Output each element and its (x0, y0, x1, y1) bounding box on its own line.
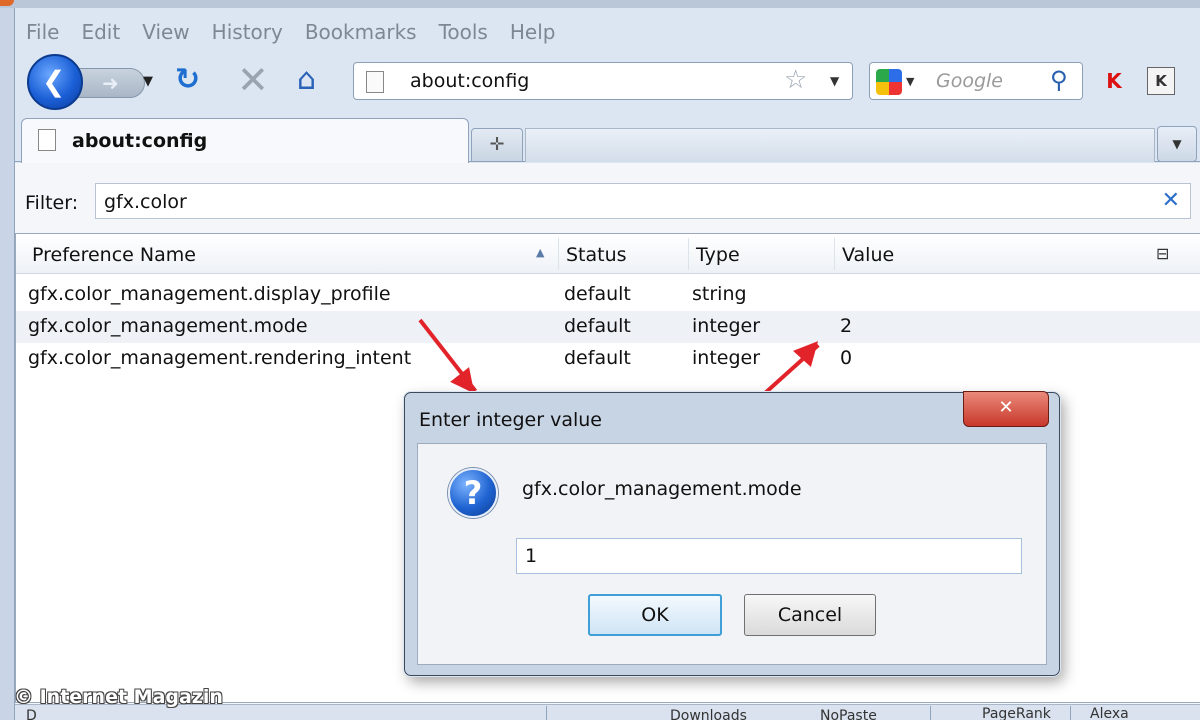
navigation-toolbar: ➜ ❮ ▼ ↻ ✕ ⌂ about:config ☆ ▼ ▼ Google ⚲ … (15, 50, 1200, 112)
pref-value: 0 (840, 347, 853, 369)
ok-button[interactable]: OK (588, 594, 722, 636)
column-status[interactable]: Status (566, 244, 627, 266)
forward-button[interactable]: ➜ (73, 68, 145, 98)
pref-status: default (564, 347, 631, 369)
sort-ascending-icon: ▲ (536, 246, 545, 259)
menu-file[interactable]: File (15, 16, 70, 46)
page-icon (38, 129, 56, 151)
dialog-message: gfx.color_management.mode (522, 478, 802, 500)
pref-type: string (692, 283, 747, 305)
cancel-button[interactable]: Cancel (744, 594, 876, 636)
search-icon[interactable]: ⚲ (1050, 66, 1068, 94)
filter-label: Filter: (25, 192, 79, 214)
star-icon[interactable]: ☆ (784, 65, 807, 95)
status-alexa[interactable]: Alexa (1090, 706, 1150, 720)
app-orange-corner (0, 0, 14, 6)
back-button[interactable]: ❮ (27, 54, 83, 110)
status-pagerank[interactable]: PageRank (982, 706, 1062, 720)
column-divider[interactable] (558, 238, 559, 270)
menu-view[interactable]: View (131, 16, 200, 46)
status-divider (930, 706, 931, 720)
dialog-body: ? gfx.color_management.mode 1 OK Cancel (417, 443, 1047, 665)
table-row[interactable]: gfx.color_management.mode default intege… (16, 311, 1200, 343)
window-top-accent (0, 0, 1200, 8)
url-bar[interactable]: about:config ☆ ▼ (353, 62, 853, 100)
column-picker-icon[interactable]: ⊟ (1156, 244, 1169, 263)
menu-edit[interactable]: Edit (70, 16, 131, 46)
pref-name: gfx.color_management.rendering_intent (28, 347, 412, 369)
question-icon: ? (448, 468, 498, 518)
home-icon[interactable]: ⌂ (297, 62, 316, 97)
table-row[interactable]: gfx.color_management.rendering_intent de… (16, 343, 1200, 375)
menu-tools[interactable]: Tools (428, 16, 499, 46)
table-header: Preference Name ▲ Status Type Value ⊟ (16, 234, 1200, 274)
column-divider[interactable] (834, 238, 835, 270)
close-icon[interactable]: ✕ (963, 391, 1049, 427)
status-divider (546, 706, 547, 720)
forward-icon: ➜ (102, 71, 119, 95)
search-engine-dropdown-icon[interactable]: ▼ (906, 75, 914, 88)
integer-value-dialog: Enter integer value ✕ ? gfx.color_manage… (404, 391, 1060, 676)
menu-bar: File Edit View History Bookmarks Tools H… (15, 16, 566, 46)
menu-help[interactable]: Help (499, 16, 567, 46)
history-dropdown-icon[interactable]: ▼ (143, 74, 153, 89)
pref-status: default (564, 283, 631, 305)
integer-input[interactable]: 1 (516, 538, 1022, 574)
pref-type: integer (692, 315, 761, 337)
tab-bar: about:config ✛ ▼ (15, 114, 1200, 163)
pref-value: 2 (840, 315, 853, 337)
column-divider[interactable] (688, 238, 689, 270)
menu-bookmarks[interactable]: Bookmarks (294, 16, 428, 46)
dialog-title: Enter integer value (419, 409, 602, 431)
filter-clear-icon[interactable]: ✕ (1162, 188, 1180, 213)
tab-strip (525, 128, 1155, 162)
kaspersky-icon[interactable]: K (1101, 68, 1127, 94)
pref-type: integer (692, 347, 761, 369)
url-text[interactable]: about:config (410, 70, 529, 92)
tab-list-dropdown-icon[interactable]: ▼ (1157, 126, 1197, 162)
stop-icon[interactable]: ✕ (237, 58, 269, 102)
status-nopaste[interactable]: NoPaste (820, 708, 910, 720)
tab-title: about:config (72, 130, 208, 152)
table-row[interactable]: gfx.color_management.display_profile def… (16, 279, 1200, 311)
back-icon: ❮ (42, 65, 66, 98)
status-text: D (26, 708, 37, 720)
column-preference-name[interactable]: Preference Name (32, 244, 196, 266)
tab-about-config[interactable]: about:config (21, 118, 469, 163)
new-tab-button[interactable]: ✛ (471, 128, 523, 162)
status-downloads[interactable]: Downloads (670, 708, 780, 720)
pref-name: gfx.color_management.display_profile (28, 283, 391, 305)
pref-name: gfx.color_management.mode (28, 315, 308, 337)
search-bar[interactable]: ▼ Google ⚲ (869, 62, 1083, 100)
menu-history[interactable]: History (201, 16, 294, 46)
column-value[interactable]: Value (842, 244, 894, 266)
filter-input[interactable]: gfx.color ✕ (95, 183, 1191, 219)
k-toolbar-icon[interactable]: K (1147, 67, 1175, 95)
reload-icon[interactable]: ↻ (175, 62, 200, 97)
pref-status: default (564, 315, 631, 337)
integer-input-value[interactable]: 1 (525, 545, 537, 567)
search-engine-icon[interactable] (876, 69, 902, 95)
status-divider (1070, 706, 1071, 720)
url-dropdown-icon[interactable]: ▼ (830, 74, 839, 88)
page-icon (366, 71, 384, 93)
copyright-watermark: © Internet Magazin (14, 686, 223, 708)
column-type[interactable]: Type (696, 244, 740, 266)
search-input[interactable]: Google (936, 70, 1003, 92)
filter-value[interactable]: gfx.color (104, 191, 187, 213)
